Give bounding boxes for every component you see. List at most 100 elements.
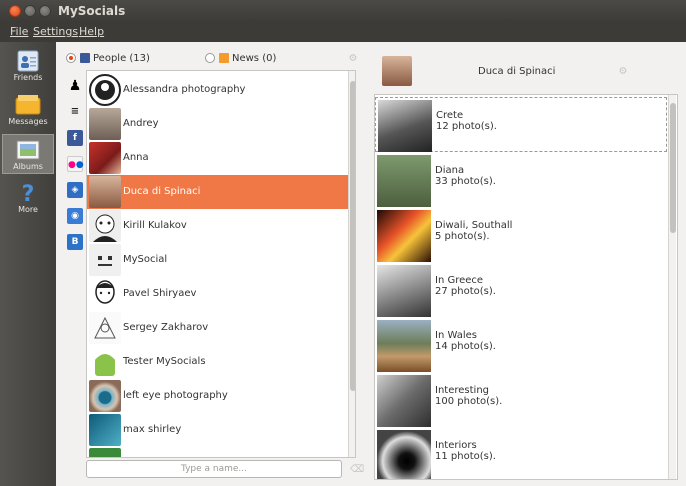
album-count: 12 photo(s). <box>436 121 497 132</box>
nav-messages-label: Messages <box>8 117 48 126</box>
minimize-window-button[interactable] <box>24 5 36 17</box>
nav-more-label: More <box>18 205 38 214</box>
person-name: max shirley <box>123 424 182 435</box>
search-placeholder: Type a name... <box>180 464 247 474</box>
maximize-window-button[interactable] <box>39 5 51 17</box>
people-scrollbar-thumb[interactable] <box>350 81 355 391</box>
people-settings-icon[interactable]: ⚙ <box>348 54 358 64</box>
person-name: Andrey <box>123 118 159 129</box>
list-item[interactable]: MySocial <box>87 243 355 277</box>
album-thumbnail <box>377 375 431 427</box>
album-thumbnail <box>377 155 431 207</box>
selected-person-name: Duca di Spinaci <box>478 66 556 77</box>
window-title: MySocials <box>58 4 126 18</box>
person-name: Duca di Spinaci <box>123 186 201 197</box>
list-item[interactable]: Kirill Kulakov <box>87 209 355 243</box>
list-item[interactable]: Alessandra photography <box>87 73 355 107</box>
person-name: Alessandra photography <box>123 84 246 95</box>
albums-settings-icon[interactable]: ⚙ <box>618 67 628 77</box>
person-name: left eye photography <box>123 390 228 401</box>
avatar <box>89 244 121 276</box>
avatar <box>89 346 121 378</box>
nav-albums[interactable]: Albums <box>2 134 54 174</box>
avatar <box>89 312 121 344</box>
album-thumbnail <box>377 320 431 372</box>
album-item[interactable]: Diwali, Southall 5 photo(s). <box>375 208 667 263</box>
album-item[interactable]: Interesting 100 photo(s). <box>375 373 667 428</box>
list-icon[interactable]: ≡ <box>67 104 83 120</box>
album-count: 27 photo(s). <box>435 286 496 297</box>
album-title: Interiors <box>435 440 477 451</box>
album-item[interactable]: In Wales 14 photo(s). <box>375 318 667 373</box>
list-item[interactable]: Andrey <box>87 107 355 141</box>
menu-help[interactable]: Help <box>79 25 104 38</box>
news-radio[interactable] <box>205 53 215 63</box>
svg-text:?: ? <box>22 182 35 204</box>
search-input[interactable]: Type a name... <box>86 460 342 478</box>
tab-news-label: News (0) <box>232 53 277 64</box>
nav-friends[interactable]: Friends <box>2 46 54 86</box>
person-icon[interactable]: ♟ <box>67 78 83 94</box>
tab-news[interactable]: News (0) <box>205 53 276 64</box>
albums-list[interactable]: Crete 12 photo(s). Diana 33 photo(s). Di… <box>374 94 678 480</box>
help-icon: ? <box>22 182 35 204</box>
friends-icon <box>17 50 39 72</box>
person-name: MySocial <box>123 254 168 265</box>
people-radio[interactable] <box>66 53 76 63</box>
list-item[interactable]: Tester MySocials <box>87 345 355 379</box>
albums-scrollbar[interactable] <box>668 95 676 479</box>
person-name: Pavel Shiryaev <box>123 288 197 299</box>
list-item[interactable]: Pavel Shiryaev <box>87 277 355 311</box>
album-item[interactable]: Crete 12 photo(s). <box>375 97 667 152</box>
album-thumbnail <box>377 430 431 479</box>
title-bar: MySocials <box>0 0 686 22</box>
b-icon[interactable]: B <box>67 234 83 250</box>
avatar <box>89 278 121 310</box>
album-title: Diwali, Southall <box>435 220 513 231</box>
person-name: Kirill Kulakov <box>123 220 187 231</box>
avatar <box>89 210 121 242</box>
avatar <box>89 448 121 457</box>
album-thumbnail <box>377 265 431 317</box>
people-tab-icon <box>80 53 90 63</box>
album-count: 11 photo(s). <box>435 451 496 462</box>
list-item[interactable]: left eye photography <box>87 379 355 413</box>
flickr-icon[interactable]: ●● <box>67 156 84 172</box>
nav-albums-label: Albums <box>13 162 43 171</box>
avatar <box>89 108 121 140</box>
list-item[interactable]: max shirley <box>87 413 355 447</box>
list-item[interactable]: Duca di Spinaci <box>87 175 355 209</box>
album-count: 14 photo(s). <box>435 341 496 352</box>
person-name: Tester MySocials <box>123 356 206 367</box>
people-scrollbar[interactable] <box>348 71 355 457</box>
person-name: Sergey Zakharov <box>123 322 209 333</box>
albums-scrollbar-thumb[interactable] <box>670 103 676 233</box>
close-window-button[interactable] <box>9 5 21 17</box>
selected-person-avatar <box>382 56 412 86</box>
album-title: Diana <box>435 165 465 176</box>
facebook-icon[interactable]: f <box>67 130 83 146</box>
list-item[interactable]: Sergey Zakharov <box>87 311 355 345</box>
camera-icon[interactable]: ◉ <box>67 208 83 224</box>
album-item[interactable]: In Greece 27 photo(s). <box>375 263 667 318</box>
rss-icon <box>219 53 229 63</box>
album-count: 100 photo(s). <box>435 396 503 407</box>
list-item[interactable] <box>87 447 355 457</box>
search-clear-icon[interactable]: ⌫ <box>350 465 364 475</box>
album-count: 5 photo(s). <box>435 231 490 242</box>
list-item[interactable]: Anna <box>87 141 355 175</box>
menu-file[interactable]: File <box>10 25 28 38</box>
nav-more[interactable]: ? More <box>2 178 54 218</box>
tab-people[interactable]: People (13) <box>66 53 150 64</box>
album-item[interactable]: Interiors 11 photo(s). <box>375 428 667 479</box>
menu-bar: File Settings Help <box>0 22 686 42</box>
album-item[interactable]: Diana 33 photo(s). <box>375 153 667 208</box>
album-title: In Wales <box>435 330 477 341</box>
picasa-icon[interactable]: ◈ <box>67 182 83 198</box>
person-name: Anna <box>123 152 149 163</box>
nav-messages[interactable]: Messages <box>2 90 54 130</box>
menu-settings[interactable]: Settings <box>33 25 78 38</box>
albums-icon <box>16 140 40 160</box>
avatar <box>89 142 121 174</box>
people-list[interactable]: Alessandra photography Andrey Anna Duca … <box>86 70 356 458</box>
